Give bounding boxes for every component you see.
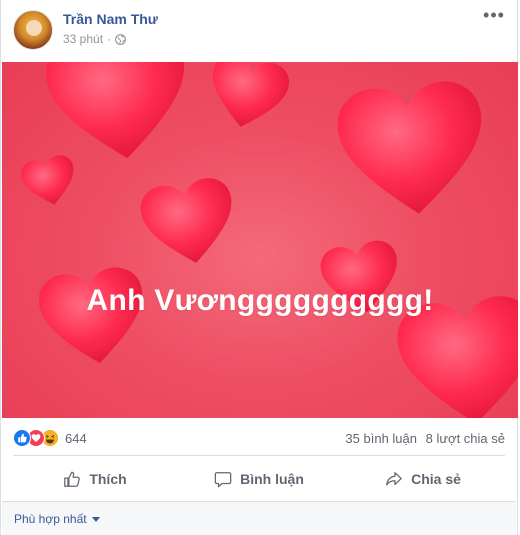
share-button[interactable]: Chia sẻ <box>341 460 505 498</box>
heart-shape <box>333 77 491 222</box>
thumbs-up-icon <box>64 471 81 487</box>
like-label: Thích <box>89 471 127 487</box>
author-avatar[interactable] <box>13 10 53 50</box>
share-arrow-icon <box>386 472 402 486</box>
chevron-down-icon <box>91 517 100 522</box>
heart-shape <box>18 152 81 211</box>
more-options-icon[interactable]: ••• <box>483 6 505 28</box>
reaction-count: 644 <box>65 430 87 446</box>
author-name[interactable]: Trần Nam Thư <box>63 11 158 27</box>
share-count-link[interactable]: 8 lượt chia sẻ <box>426 431 505 446</box>
heart-shape <box>41 62 197 168</box>
share-label: Chia sẻ <box>411 471 461 487</box>
post-time[interactable]: 33 phút <box>63 32 103 46</box>
like-reaction-icon <box>13 429 31 447</box>
comment-button[interactable]: Bình luận <box>177 460 341 498</box>
globe-icon[interactable] <box>115 33 126 45</box>
heart-shape <box>137 174 242 271</box>
stats-divider <box>13 455 505 456</box>
reactions-summary[interactable]: 644 <box>13 429 87 447</box>
heart-shape <box>203 62 293 135</box>
avatar-face <box>26 20 42 36</box>
post-header: Trần Nam Thư 33 phút · ••• <box>13 6 505 54</box>
sort-label: Phù hợp nhất <box>14 512 87 526</box>
actions-divider <box>2 501 516 502</box>
post-photo[interactable]: Anh Vươngggggggggg! <box>2 62 518 418</box>
action-bar: Thích Bình luận Chia sẻ <box>13 460 505 498</box>
post-stats: 644 35 bình luận 8 lượt chia sẻ <box>13 426 505 450</box>
photo-caption-text: Anh Vươngggggggggg! <box>86 284 434 317</box>
speech-bubble-icon <box>214 472 232 488</box>
like-button[interactable]: Thích <box>13 460 177 498</box>
comment-count-link[interactable]: 35 bình luận <box>345 431 417 446</box>
comment-label: Bình luận <box>240 471 304 487</box>
hearts-background <box>18 62 518 418</box>
post-meta: 33 phút · <box>63 32 126 46</box>
meta-separator: · <box>107 32 112 46</box>
comment-sort-dropdown[interactable]: Phù hợp nhất <box>14 512 100 526</box>
post-card: Trần Nam Thư 33 phút · ••• Anh Vươnggggg… <box>0 0 518 535</box>
